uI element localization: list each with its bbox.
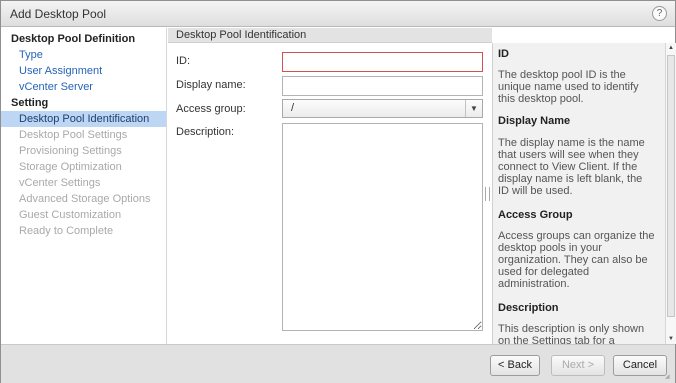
help-title-id: ID bbox=[498, 48, 509, 60]
scroll-up-arrow-icon[interactable]: ▲ bbox=[666, 43, 676, 53]
display-name-label: Display name: bbox=[176, 79, 246, 91]
dialog-footer: < Back Next > Cancel ◢ bbox=[1, 344, 675, 383]
scroll-down-arrow-icon[interactable]: ▼ bbox=[666, 334, 676, 344]
nav-item-ready-to-complete: Ready to Complete bbox=[19, 225, 114, 237]
id-field[interactable] bbox=[282, 52, 483, 72]
id-label: ID: bbox=[176, 55, 191, 67]
wizard-nav: Desktop Pool Definition Type User Assign… bbox=[1, 28, 167, 344]
nav-item-pool-settings: Desktop Pool Settings bbox=[19, 129, 128, 141]
form-section-header: Desktop Pool Identification bbox=[168, 28, 492, 43]
nav-item-user-assignment[interactable]: User Assignment bbox=[1, 63, 166, 79]
resize-grip-icon[interactable]: ◢ bbox=[665, 373, 673, 381]
help-text-display-name: The display name is the name that users … bbox=[498, 137, 645, 197]
help-scrollbar[interactable]: ▲ ▼ bbox=[665, 43, 676, 344]
help-text-description: This description is only shown on the Se… bbox=[498, 323, 645, 344]
access-group-select[interactable]: / ▼ bbox=[282, 99, 483, 118]
scroll-thumb[interactable] bbox=[667, 55, 675, 317]
nav-item-advanced-storage: Advanced Storage Options bbox=[19, 193, 151, 205]
help-title-display-name: Display Name bbox=[498, 115, 571, 127]
nav-item-storage-optimization: Storage Optimization bbox=[19, 161, 122, 173]
description-field[interactable] bbox=[282, 123, 483, 331]
nav-item-type[interactable]: Type bbox=[1, 47, 166, 63]
help-title-description: Description bbox=[498, 302, 559, 314]
description-label: Description: bbox=[176, 126, 235, 138]
nav-item-guest-customization: Guest Customization bbox=[19, 209, 122, 221]
chevron-down-icon[interactable]: ▼ bbox=[465, 100, 482, 117]
display-name-field[interactable] bbox=[282, 76, 483, 96]
add-desktop-pool-dialog: Add Desktop Pool ? Desktop Pool Definiti… bbox=[0, 0, 676, 383]
nav-item-vcenter-server[interactable]: vCenter Server bbox=[1, 79, 166, 95]
help-text-access-group: Access groups can organize the desktop p… bbox=[498, 230, 655, 290]
nav-section-definition: Desktop Pool Definition bbox=[11, 33, 136, 45]
cancel-button[interactable]: Cancel bbox=[613, 355, 667, 376]
access-group-label: Access group: bbox=[176, 103, 246, 115]
next-button: Next > bbox=[551, 355, 605, 376]
help-text-id: The desktop pool ID is the unique name u… bbox=[498, 69, 639, 105]
nav-item-pool-identification[interactable]: Desktop Pool Identification bbox=[1, 111, 166, 127]
access-group-value: / bbox=[291, 102, 295, 114]
nav-item-vcenter-settings: vCenter Settings bbox=[19, 177, 101, 189]
dialog-title: Add Desktop Pool bbox=[10, 7, 107, 21]
help-icon[interactable]: ? bbox=[652, 6, 667, 21]
help-panel: ID The desktop pool ID is the unique nam… bbox=[492, 43, 665, 344]
back-button[interactable]: < Back bbox=[490, 355, 540, 376]
nav-item-provisioning-settings: Provisioning Settings bbox=[19, 145, 122, 157]
panel-splitter-handle[interactable] bbox=[485, 187, 490, 201]
nav-section-setting: Setting bbox=[11, 97, 49, 109]
help-title-access-group: Access Group bbox=[498, 209, 573, 221]
title-bar: Add Desktop Pool ? bbox=[1, 1, 675, 27]
